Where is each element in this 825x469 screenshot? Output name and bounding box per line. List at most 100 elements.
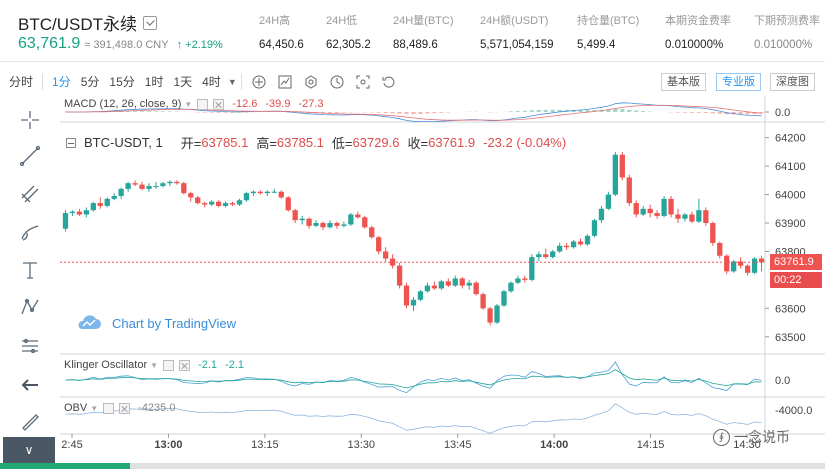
crosshair-icon[interactable] <box>16 106 44 134</box>
macd-histogram-bar <box>153 111 159 112</box>
stat-3: 24H额(USDT) 5,571,054,159 <box>480 12 554 51</box>
low-value: 63729.6 <box>352 135 400 150</box>
ruler-icon[interactable] <box>16 408 44 436</box>
candle-body <box>376 237 382 252</box>
collapse-panel-button[interactable]: ∨ <box>3 437 55 463</box>
tradingview-logo-icon <box>78 315 101 329</box>
price-line: 63,761.9 ≈ 391,498.0 CNY ↑ +2.19% <box>18 35 223 53</box>
candle-body <box>563 245 570 248</box>
macd-histogram-bar <box>146 111 152 112</box>
candle-body <box>570 241 577 248</box>
indicators-icon[interactable] <box>272 72 298 92</box>
candle-body <box>731 261 737 272</box>
candle-body <box>278 191 284 198</box>
macd-histogram-bar <box>383 112 388 114</box>
view-button[interactable]: 专业版 <box>716 73 761 91</box>
symbol-dropdown-icon[interactable] <box>143 15 157 30</box>
macd-histogram-bar <box>710 112 715 114</box>
candle-body <box>508 282 514 292</box>
bottom-scroll-bar[interactable] <box>0 463 825 469</box>
interval-tab[interactable]: 1分 <box>47 72 76 92</box>
drawing-toolbar <box>0 96 60 469</box>
macd-histogram-bar <box>439 112 444 113</box>
klinger-dropdown-icon[interactable]: ▼ <box>150 361 158 370</box>
macd-histogram-bar <box>529 110 534 112</box>
high-value: 63785.1 <box>276 135 324 150</box>
macd-histogram-bar <box>411 112 416 115</box>
klinger-legend[interactable]: Klinger Oscillator ▼ -2.1 -2.1 <box>64 359 244 371</box>
fib-tool-icon[interactable] <box>16 180 44 208</box>
obv-name: OBV <box>64 402 88 414</box>
interval-tab[interactable]: 4时 <box>197 72 226 92</box>
obv-legend[interactable]: OBV ▼ -4235.0 <box>64 402 175 414</box>
collapse-legend-icon[interactable] <box>66 137 76 148</box>
candle-body <box>369 227 375 238</box>
interval-tab[interactable]: 1时 <box>140 72 169 92</box>
stat-value: 5,571,054,159 <box>480 39 554 51</box>
corner-watermark: ∮ 一念说币 <box>713 427 790 447</box>
candle-body <box>501 291 507 306</box>
candle-body <box>292 210 298 221</box>
add-indicator-icon[interactable] <box>246 72 272 92</box>
bar-countdown-badge: 00:22 <box>770 272 822 289</box>
clock-icon[interactable] <box>324 72 350 92</box>
settings-gear-icon[interactable] <box>298 72 324 92</box>
interval-dropdown-icon[interactable]: ▼ <box>228 77 237 87</box>
macd-settings-icon[interactable] <box>197 98 209 110</box>
trend-line-icon[interactable] <box>16 142 44 170</box>
interval-tab[interactable]: 5分 <box>76 72 105 92</box>
obv-settings-icon[interactable] <box>103 402 115 414</box>
klinger-close-icon[interactable] <box>179 359 191 371</box>
candle-body <box>515 278 521 283</box>
reset-icon[interactable] <box>376 72 402 92</box>
candle-body <box>341 224 347 226</box>
klinger-settings-icon[interactable] <box>163 359 175 371</box>
candle-body <box>410 299 417 306</box>
candle-body <box>383 251 389 259</box>
interval-tab[interactable]: 15分 <box>104 72 139 92</box>
macd-histogram-bar <box>390 112 395 114</box>
macd-legend[interactable]: MACD (12, 26, close, 9) ▼ -12.6 -39.9 -2… <box>64 98 324 110</box>
macd-histogram-bar <box>522 110 527 112</box>
interval-tab[interactable]: 分时 <box>4 72 38 92</box>
x-tick-label: 13:00 <box>154 439 182 451</box>
candle-body <box>285 197 291 211</box>
ticker-header: BTC/USDT永续 63,761.9 ≈ 391,498.0 CNY ↑ +2… <box>0 0 825 62</box>
macd-close-icon[interactable] <box>213 98 225 110</box>
scroll-thumb[interactable] <box>0 463 130 469</box>
view-button[interactable]: 基本版 <box>661 73 706 91</box>
main-series-legend: BTC-USDT, 1 开= 63785.1 高= 63785.1 低= 63729.… <box>66 133 566 152</box>
symbol-selector[interactable]: BTC/USDT永续 <box>18 10 157 35</box>
x-tick-label: 13:30 <box>348 439 376 451</box>
x-tick-label: 14:15 <box>637 439 665 451</box>
macd-histogram-bar <box>341 112 346 113</box>
macd-axis-label: 0.0 <box>775 107 790 119</box>
macd-histogram-bar <box>620 108 625 112</box>
macd-value-2: -39.9 <box>265 98 291 110</box>
candle-body <box>111 195 117 199</box>
obv-dropdown-icon[interactable]: ▼ <box>90 404 98 413</box>
candle-body <box>724 255 730 272</box>
measure-icon[interactable] <box>16 332 44 360</box>
candle-body <box>619 154 625 178</box>
back-arrow-icon[interactable] <box>16 371 44 399</box>
macd-histogram-bar <box>641 111 646 112</box>
candle-body <box>543 254 549 258</box>
x-tick-label: 2:45 <box>61 439 82 451</box>
x-tick-label: 13:45 <box>444 439 472 451</box>
candle-body <box>181 183 187 194</box>
candle-body <box>494 305 500 323</box>
view-button[interactable]: 深度图 <box>770 73 815 91</box>
candle-body <box>306 218 312 226</box>
candle-body <box>174 181 180 184</box>
screenshot-icon[interactable] <box>350 72 376 92</box>
pattern-icon[interactable] <box>16 293 44 321</box>
tradingview-watermark[interactable]: Chart by TradingView <box>76 314 236 332</box>
interval-tab[interactable]: 1天 <box>168 72 197 92</box>
macd-dropdown-icon[interactable]: ▼ <box>184 100 192 109</box>
brush-icon[interactable] <box>16 218 44 246</box>
obv-close-icon[interactable] <box>119 402 131 414</box>
text-tool-icon[interactable] <box>16 256 44 284</box>
candle-body <box>160 183 166 187</box>
tradingview-text: Chart by TradingView <box>112 315 237 331</box>
